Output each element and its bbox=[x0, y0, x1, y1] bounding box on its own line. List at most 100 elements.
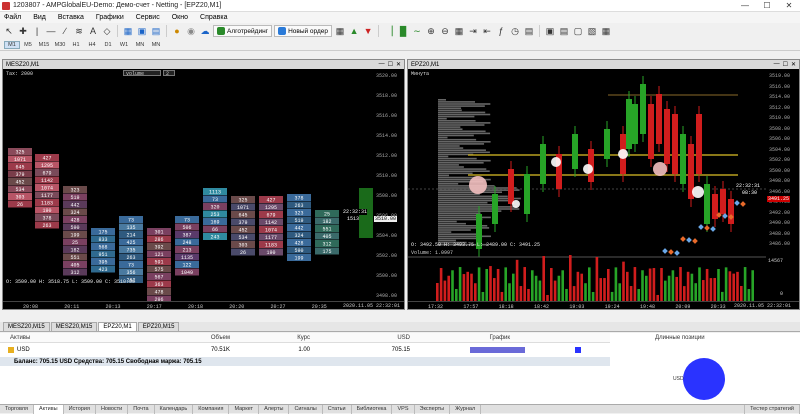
timeframe-w1[interactable]: W1 bbox=[116, 42, 132, 48]
chart-tab[interactable]: EPZ20,M15 bbox=[137, 322, 180, 331]
tab-strategy-tester[interactable]: Тестер стратегий bbox=[744, 404, 800, 414]
signals-icon[interactable]: ◉ bbox=[185, 25, 197, 37]
tile-icon[interactable]: ▦ bbox=[453, 25, 465, 37]
menu-view[interactable]: Вид bbox=[29, 14, 54, 21]
autoscroll-icon[interactable]: ⇥ bbox=[467, 25, 479, 37]
volume-select[interactable]: volume bbox=[123, 70, 161, 77]
timeframe-d1[interactable]: D1 bbox=[100, 42, 116, 48]
tab-assets[interactable]: Активы bbox=[33, 404, 64, 414]
toolbox-panel: Активы Объем Курс USD График USD 70.51K … bbox=[0, 333, 800, 404]
volume-bar bbox=[724, 267, 728, 301]
minimize-icon[interactable]: — bbox=[774, 61, 780, 68]
new-chart-icon[interactable]: ▦ bbox=[122, 25, 134, 37]
col-usd[interactable]: USD bbox=[310, 335, 410, 341]
price-scale-left: 3520.00 3518.00 3516.00 3514.00 3512.00 3510.… bbox=[373, 69, 404, 301]
menu-file[interactable]: Файл bbox=[0, 14, 29, 21]
depth-icon[interactable]: ▦ bbox=[334, 25, 346, 37]
volume-bar bbox=[553, 280, 557, 301]
chart-area-left[interactable]: Tax: 2000 volume 2 325 1071 645 379 452 534 30… bbox=[3, 69, 404, 309]
text-icon[interactable]: A bbox=[87, 25, 99, 37]
tab-mail[interactable]: Почта bbox=[128, 404, 155, 414]
line-chart-icon[interactable]: ∼ bbox=[411, 25, 423, 37]
buy-icon[interactable]: ▲ bbox=[348, 25, 360, 37]
chart-area-right[interactable]: Минута 3519.00 3516.00 3514.00 3512.00 3510.… bbox=[408, 69, 799, 309]
menu-insert[interactable]: Вставка bbox=[54, 14, 92, 21]
timeframe-m1[interactable]: M1 bbox=[4, 40, 20, 49]
minimize-icon[interactable]: — bbox=[734, 0, 756, 12]
timeframe-m30[interactable]: M30 bbox=[52, 42, 68, 48]
templates-icon[interactable]: ▤ bbox=[150, 25, 162, 37]
tab-vps[interactable]: VPS bbox=[392, 404, 415, 414]
col-volume[interactable]: Объем bbox=[170, 335, 230, 341]
crosshair-icon[interactable]: ✚ bbox=[17, 25, 29, 37]
tab-company[interactable]: Компания bbox=[193, 404, 230, 414]
tab-news[interactable]: Новости bbox=[96, 404, 129, 414]
shift-icon[interactable]: ⇤ bbox=[481, 25, 493, 37]
vps-icon[interactable]: ☁ bbox=[199, 25, 211, 37]
profiles-icon[interactable]: ▣ bbox=[136, 25, 148, 37]
bars-mode-icon[interactable]: ▤ bbox=[558, 25, 570, 37]
col-chart[interactable]: График bbox=[410, 335, 511, 341]
chart-window-right[interactable]: EPZ20,M1 — ☐ ✕ Минута 3519.00 3516.00 3514.0… bbox=[407, 59, 800, 310]
candle-chart-icon[interactable]: █ bbox=[397, 25, 409, 37]
tab-history[interactable]: История bbox=[64, 404, 96, 414]
timeframe-m15[interactable]: M15 bbox=[36, 42, 52, 48]
chart-tab-active[interactable]: EPZ20,M1 bbox=[98, 322, 137, 331]
horizontal-line-icon[interactable]: — bbox=[45, 25, 57, 37]
tab-market[interactable]: Маркет bbox=[229, 404, 260, 414]
timeframe-h1[interactable]: H1 bbox=[68, 42, 84, 48]
menu-window[interactable]: Окно bbox=[168, 14, 196, 21]
new-order-button[interactable]: Новый ордер bbox=[274, 25, 333, 37]
zoom-in-icon[interactable]: ⊕ bbox=[425, 25, 437, 37]
volume-scale-min: 0 bbox=[780, 291, 784, 297]
indicators-icon[interactable]: ƒ bbox=[495, 25, 507, 37]
tab-signals[interactable]: Сигналы bbox=[289, 404, 323, 414]
grid-icon[interactable]: ▦ bbox=[600, 25, 612, 37]
volume-bar bbox=[698, 267, 701, 301]
market-icon[interactable]: ● bbox=[171, 25, 183, 37]
close-icon[interactable]: ✕ bbox=[396, 61, 401, 68]
sell-icon[interactable]: ▼ bbox=[362, 25, 374, 37]
close-icon[interactable]: ✕ bbox=[791, 61, 796, 68]
table-row[interactable]: USD 70.51K 1.00 705.15 bbox=[0, 345, 610, 355]
chart-tab[interactable]: MESZ20,M15 bbox=[50, 322, 98, 331]
timeframe-h4[interactable]: H4 bbox=[84, 42, 100, 48]
templates-list-icon[interactable]: ▤ bbox=[523, 25, 535, 37]
col-assets[interactable]: Активы bbox=[0, 335, 170, 341]
tab-trade[interactable]: Торговля bbox=[0, 404, 34, 414]
trendline-icon[interactable]: ∕ bbox=[59, 25, 71, 37]
tab-journal[interactable]: Журнал bbox=[450, 404, 482, 414]
timeframe-mn[interactable]: MN bbox=[132, 42, 148, 48]
periods-icon[interactable]: ◷ bbox=[509, 25, 521, 37]
candles-mode-icon[interactable]: ▢ bbox=[572, 25, 584, 37]
channel-icon[interactable]: ≋ bbox=[73, 25, 85, 37]
cursor-icon[interactable]: ↖ bbox=[3, 25, 15, 37]
vertical-line-icon[interactable]: | bbox=[31, 25, 43, 37]
volume-bar bbox=[618, 283, 621, 301]
shapes-icon[interactable]: ◇ bbox=[101, 25, 113, 37]
screenshot-icon[interactable]: ▣ bbox=[544, 25, 556, 37]
close-icon[interactable]: ✕ bbox=[778, 0, 800, 12]
tab-articles[interactable]: Статьи bbox=[323, 404, 352, 414]
tab-experts[interactable]: Эксперты bbox=[415, 404, 451, 414]
maximize-icon[interactable]: ☐ bbox=[388, 61, 393, 68]
chart-tab[interactable]: MESZ20,M15 bbox=[3, 322, 50, 331]
menu-help[interactable]: Справка bbox=[196, 14, 235, 21]
tab-library[interactable]: Библиотека bbox=[352, 404, 393, 414]
minimize-icon[interactable]: — bbox=[379, 61, 385, 68]
tab-calendar[interactable]: Календарь bbox=[155, 404, 194, 414]
tab-alerts[interactable]: Алерты bbox=[259, 404, 290, 414]
menu-charts[interactable]: Графики bbox=[92, 14, 132, 21]
timeframe-mn2[interactable]: MN bbox=[148, 42, 164, 48]
col-rate[interactable]: Курс bbox=[230, 335, 310, 341]
zoom-out-icon[interactable]: ⊖ bbox=[439, 25, 451, 37]
volume-value-field[interactable]: 2 bbox=[163, 70, 175, 77]
line-mode-icon[interactable]: ▧ bbox=[586, 25, 598, 37]
timeframe-m5[interactable]: M5 bbox=[20, 42, 36, 48]
maximize-icon[interactable]: ☐ bbox=[756, 0, 778, 12]
chart-window-left[interactable]: MESZ20,M1 — ☐ ✕ Tax: 2000 volume 2 325 1071… bbox=[2, 59, 405, 310]
algo-trading-button[interactable]: Алготрейдинг bbox=[213, 25, 273, 37]
menu-tools[interactable]: Сервис bbox=[132, 14, 168, 21]
maximize-icon[interactable]: ☐ bbox=[783, 61, 788, 68]
bar-chart-icon[interactable]: ▕ bbox=[383, 25, 395, 37]
